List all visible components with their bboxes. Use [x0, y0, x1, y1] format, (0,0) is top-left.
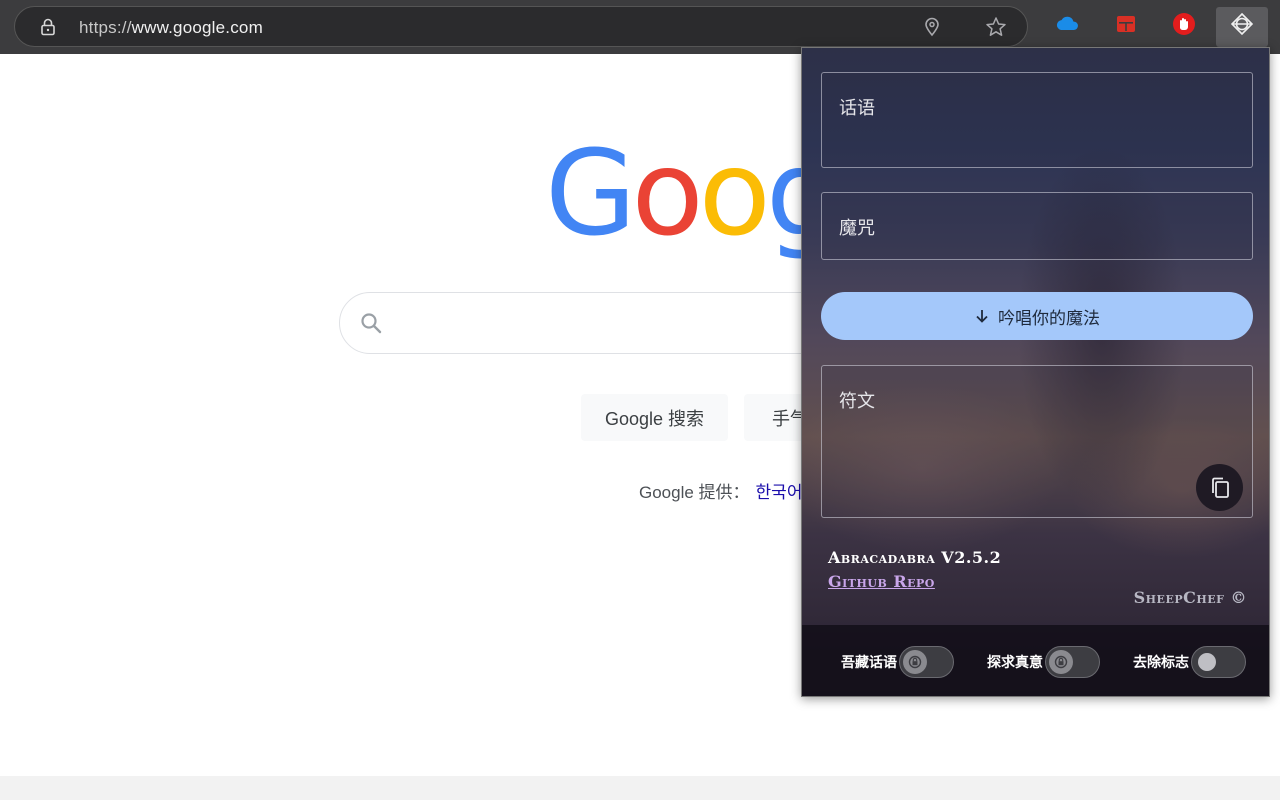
- page-footer: [0, 776, 1280, 800]
- address-bar[interactable]: https://www.google.com: [14, 6, 1028, 47]
- lock-knob-icon: [1049, 649, 1073, 674]
- language-link[interactable]: 한국어: [756, 483, 803, 502]
- version-text: Abracadabra V2.5.2: [828, 548, 1002, 567]
- cast-spell-label: 吟唱你的魔法: [998, 308, 1100, 328]
- onedrive-icon[interactable]: [1055, 12, 1079, 36]
- remove-mark-toggle[interactable]: [1191, 645, 1246, 678]
- plaintext-input[interactable]: 话语: [821, 72, 1253, 168]
- plaintext-label: 话语: [839, 98, 875, 118]
- lock-icon[interactable]: [39, 18, 57, 36]
- star-icon[interactable]: [985, 16, 1007, 38]
- options-bar: 吾藏话语 探求真意 去除标志: [802, 625, 1269, 696]
- abracadabra-extension-icon[interactable]: [1230, 12, 1254, 36]
- remove-mark-label: 去除标志: [1133, 653, 1189, 670]
- google-logo: Goog: [545, 118, 841, 268]
- url-text[interactable]: https://www.google.com: [79, 18, 263, 38]
- credit-text: SheepChef ©: [1133, 588, 1247, 607]
- deep-seek-option: 探求真意: [987, 625, 1100, 696]
- offered-in-label: Google 提供：: [639, 483, 750, 502]
- hide-text-toggle[interactable]: [899, 645, 954, 678]
- arrow-down-icon: [976, 310, 988, 323]
- hide-text-option: 吾藏话语: [841, 625, 954, 696]
- key-input[interactable]: 魔咒: [821, 192, 1253, 260]
- copy-button[interactable]: [1196, 464, 1243, 511]
- cast-spell-button[interactable]: 吟唱你的魔法: [821, 292, 1253, 340]
- offered-in: Google 提供： 한국어: [639, 478, 802, 503]
- logo-letter-o2: o: [698, 124, 771, 262]
- location-pin-icon[interactable]: [923, 17, 941, 37]
- logo-letter-g: G: [545, 124, 636, 262]
- browser-toolbar: https://www.google.com: [0, 0, 1280, 54]
- copy-icon: [1211, 477, 1229, 498]
- output-field[interactable]: 符文: [821, 365, 1253, 518]
- key-label: 魔咒: [839, 218, 875, 238]
- hide-text-label: 吾藏话语: [841, 653, 897, 670]
- red-extension-icon[interactable]: [1114, 12, 1138, 36]
- logo-letter-o1: o: [631, 124, 703, 262]
- search-icon: [361, 313, 382, 334]
- toggle-knob: [1198, 652, 1216, 671]
- remove-mark-option: 去除标志: [1133, 625, 1246, 696]
- output-label: 符文: [839, 391, 875, 411]
- deep-seek-toggle[interactable]: [1045, 645, 1100, 678]
- hand-extension-icon[interactable]: [1172, 12, 1196, 36]
- lock-knob-icon: [903, 649, 927, 674]
- abracadabra-popup: 话语 魔咒 吟唱你的魔法 符文 Abracadabra V2.5.2 Githu…: [801, 47, 1270, 697]
- github-repo-link[interactable]: Github Repo: [828, 572, 935, 591]
- google-search-button[interactable]: Google 搜索: [581, 394, 728, 441]
- deep-seek-label: 探求真意: [987, 653, 1043, 670]
